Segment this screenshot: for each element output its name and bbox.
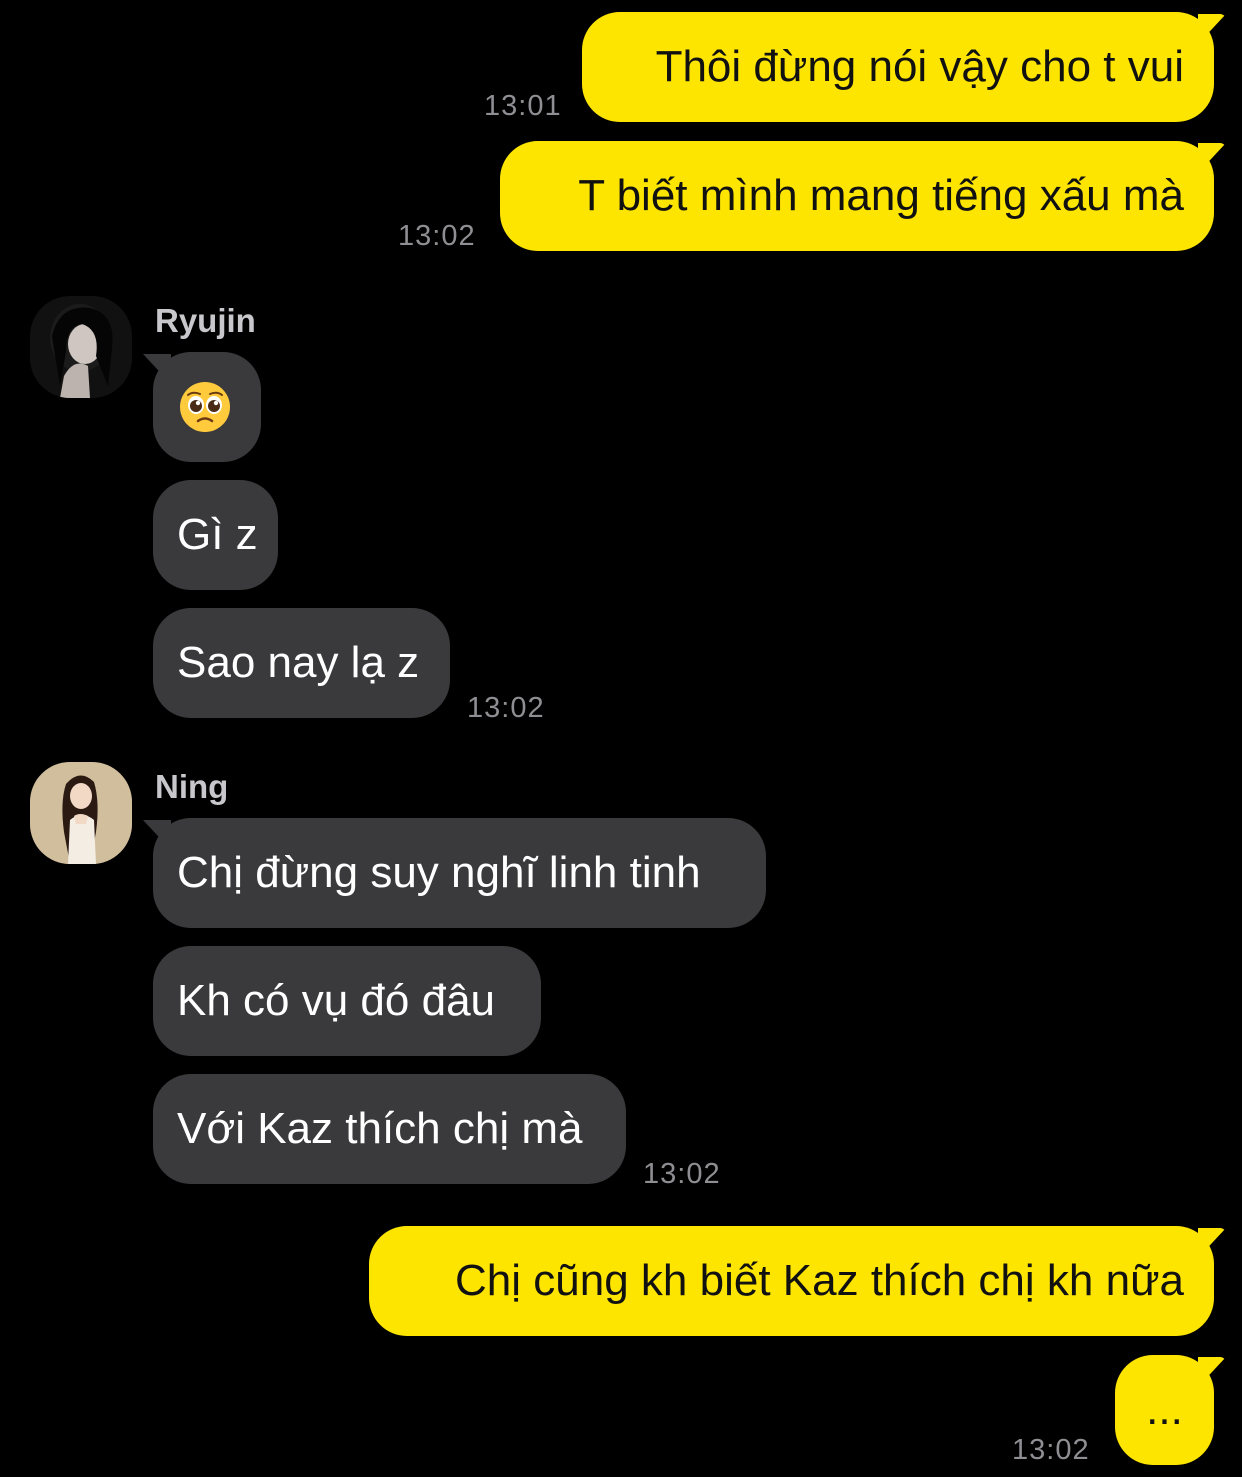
message-timestamp: 13:02 xyxy=(467,692,545,724)
message-text: Kh có vụ đó đâu xyxy=(177,976,496,1025)
message-text: Với Kaz thích chị mà xyxy=(177,1104,583,1153)
message-text: Sao nay lạ z xyxy=(177,638,420,687)
message-text: ... xyxy=(1146,1385,1183,1434)
incoming-message-bubble[interactable]: Chị đừng suy nghĩ linh tinh xyxy=(153,818,766,928)
outgoing-message-bubble[interactable]: ... xyxy=(1115,1355,1214,1465)
message-timestamp: 13:02 xyxy=(398,220,476,252)
message-text: T biết mình mang tiếng xấu mà xyxy=(578,171,1184,220)
message-timestamp: 13:02 xyxy=(643,1158,721,1190)
message-timestamp: 13:01 xyxy=(484,90,562,122)
message-timestamp: 13:02 xyxy=(1012,1434,1090,1466)
message-text: Thôi đừng nói vậy cho t vui xyxy=(655,42,1184,91)
sender-name: Ryujin xyxy=(155,302,256,339)
incoming-message-bubble[interactable]: Kh có vụ đó đâu xyxy=(153,946,541,1056)
ning-avatar[interactable] xyxy=(30,762,132,864)
ryujin-avatar[interactable] xyxy=(30,296,132,398)
outgoing-message-bubble[interactable]: T biết mình mang tiếng xấu mà xyxy=(500,141,1214,251)
incoming-message-bubble[interactable]: Gì z xyxy=(153,480,278,590)
outgoing-message-bubble[interactable]: Chị cũng kh biết Kaz thích chị kh nữa xyxy=(369,1226,1214,1336)
outgoing-message-bubble[interactable]: Thôi đừng nói vậy cho t vui xyxy=(582,12,1214,122)
message-text: Gì z xyxy=(177,510,258,559)
incoming-message-bubble[interactable]: Sao nay lạ z xyxy=(153,608,450,718)
message-text: Chị đừng suy nghĩ linh tinh xyxy=(177,848,701,897)
message-text: Chị cũng kh biết Kaz thích chị kh nữa xyxy=(455,1256,1184,1305)
sender-name: Ning xyxy=(155,768,229,805)
pleading-face-icon xyxy=(180,382,230,432)
incoming-message-bubble[interactable]: Với Kaz thích chị mà xyxy=(153,1074,626,1184)
